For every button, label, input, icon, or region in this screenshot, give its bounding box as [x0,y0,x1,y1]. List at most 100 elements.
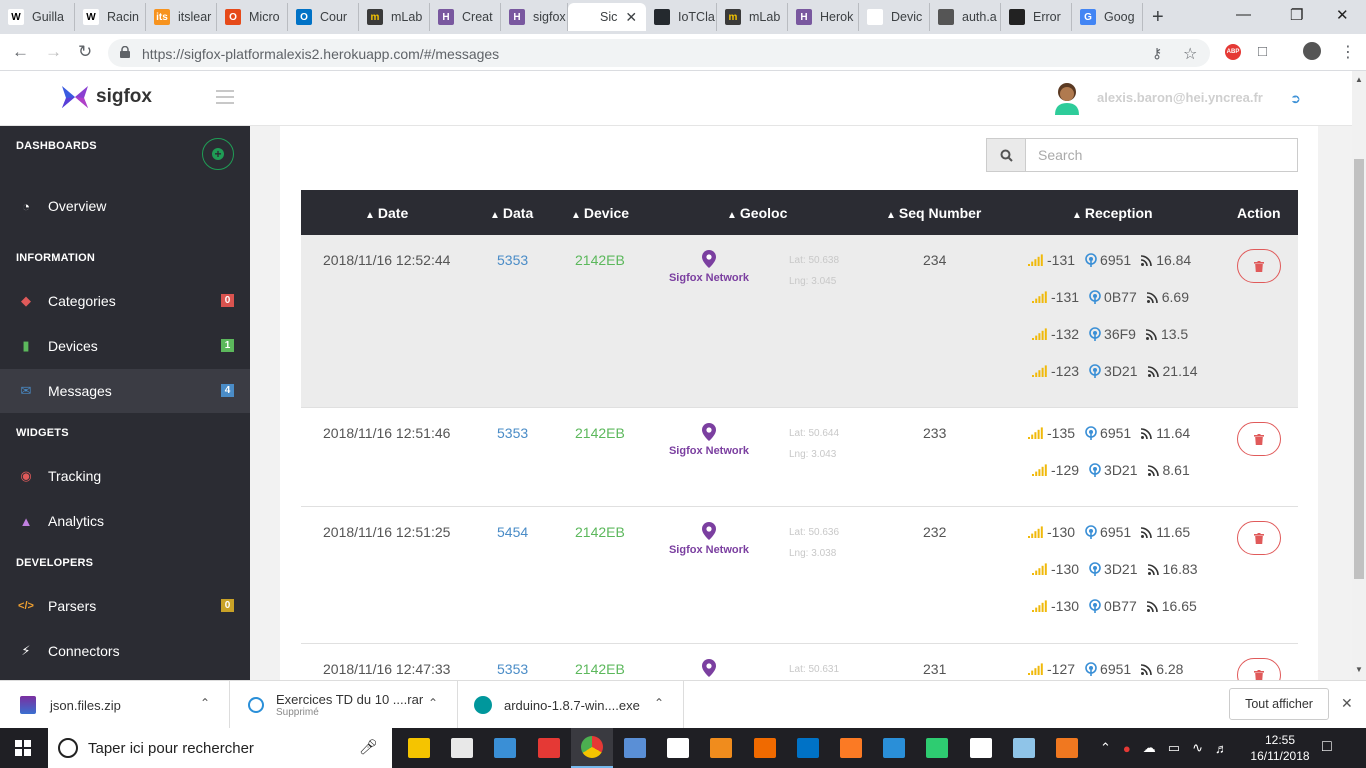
browser-tab[interactable]: Sic ✕ [568,3,646,31]
app-tray-icon[interactable]: ● [1123,741,1131,756]
taskbar-app[interactable] [441,728,483,768]
device-id-link[interactable]: 2142EB [575,661,625,677]
close-tab-icon[interactable]: ✕ [625,9,637,26]
column-date[interactable]: ▲︎ Date [365,205,408,221]
scroll-up-icon[interactable]: ▲ [1355,75,1363,84]
taskbar-app[interactable] [873,728,915,768]
map-pin-icon[interactable] [702,423,716,441]
chevron-up-icon[interactable]: ⌃ [654,696,664,710]
delete-message-button[interactable] [1237,521,1281,555]
browser-tab[interactable]: O Micro [217,3,288,31]
key-icon[interactable]: ⚷ [1152,45,1162,62]
browser-tab[interactable]: m mLab [359,3,430,31]
delete-message-button[interactable] [1237,422,1281,456]
taskbar-app[interactable] [528,728,570,768]
column-reception[interactable]: ▲︎ Reception [1072,205,1153,221]
scroll-thumb[interactable] [1354,159,1364,579]
windows-start-button[interactable] [0,728,46,768]
taskbar-app[interactable] [787,728,829,768]
chevron-up-icon[interactable]: ⌃ [1100,740,1111,756]
taskbar-app[interactable] [484,728,526,768]
browser-tab[interactable]: W Guilla [0,3,75,31]
user-avatar[interactable] [1052,81,1082,115]
taskbar-app[interactable] [570,728,613,768]
taskbar-app[interactable] [960,728,1002,768]
forward-icon[interactable]: → [45,42,62,62]
chevron-up-icon[interactable]: ⌃ [200,696,210,710]
document-icon[interactable]: □ [1258,43,1267,60]
browser-tab[interactable]: auth.a [930,3,1001,31]
search-input[interactable] [1026,138,1298,172]
download-item[interactable]: Exercices TD du 10 ....rar Supprimé ⌃ [230,681,458,729]
taskbar-app[interactable] [700,728,742,768]
taskbar-app[interactable] [744,728,786,768]
sigfox-logo[interactable]: sigfox [60,84,152,110]
column-data[interactable]: ▲︎ Data [490,205,533,221]
maximize-icon[interactable]: ❐ [1290,6,1303,24]
reload-icon[interactable]: ↻ [78,42,92,62]
adblock-icon[interactable]: ABP [1225,44,1241,60]
sidebar-item-messages[interactable]: ✉ Messages 4 [0,369,250,413]
taskbar-clock[interactable]: 12:55 16/11/2018 [1248,732,1312,764]
sidebar-item-tracking[interactable]: ◉ Tracking [0,454,250,498]
sidebar-item-analytics[interactable]: ▲ Analytics [0,499,250,543]
taskbar-search-box[interactable]: Taper ici pour rechercher 🎤︎ [48,728,392,768]
sidebar-item-parsers[interactable]: </> Parsers 0 [0,584,250,628]
taskbar-app[interactable] [916,728,958,768]
download-item[interactable]: arduino-1.8.7-win....exe ⌃ [458,681,684,729]
browser-tab[interactable]: H Herok [788,3,859,31]
browser-tab[interactable]: Hsigfox [501,3,568,31]
sidebar-item-categories[interactable]: ◆ Categories 0 [0,279,250,323]
taskbar-app[interactable] [830,728,872,768]
hamburger-menu-icon[interactable] [216,90,234,108]
notification-center-icon[interactable]: □ [1322,738,1332,756]
browser-tab[interactable]: O Cour [288,3,359,31]
browser-tab[interactable]: G Goog [1072,3,1143,31]
taskbar-app[interactable] [657,728,699,768]
browser-tab[interactable]: its itslear [146,3,217,31]
bookmark-star-icon[interactable]: ☆ [1183,44,1197,64]
logout-icon[interactable]: ➲ [1290,91,1301,107]
sidebar-item-devices[interactable]: ▮ Devices 1 [0,324,250,368]
device-id-link[interactable]: 2142EB [575,425,625,441]
browser-tab[interactable]: m mLab [717,3,788,31]
new-tab-button[interactable]: + [1152,6,1164,29]
profile-avatar-icon[interactable] [1303,42,1321,60]
download-item[interactable]: json.files.zip ⌃ [0,681,230,729]
add-dashboard-button[interactable]: + [202,138,234,170]
sidebar-item-connectors[interactable]: ⚡ Connectors [0,629,250,673]
omnibox[interactable]: https://sigfox-platformalexis2.herokuapp… [108,39,1210,67]
column-geoloc[interactable]: ▲︎ Geoloc [727,205,787,221]
taskbar-app[interactable] [398,728,440,768]
map-pin-icon[interactable] [702,522,716,540]
taskbar-app[interactable] [1003,728,1045,768]
column-device[interactable]: ▲︎ Device [571,205,629,221]
browser-tab[interactable]: IoTCla [646,3,717,31]
taskbar-app[interactable] [614,728,656,768]
close-download-shelf-icon[interactable]: ✕ [1341,695,1353,712]
menu-kebab-icon[interactable]: ⋮ [1340,42,1356,62]
microphone-icon[interactable]: 🎤︎ [359,738,378,756]
wifi-icon[interactable]: ∿ [1192,740,1203,756]
taskbar-app[interactable] [1046,728,1088,768]
browser-tab[interactable]: W Racin [75,3,146,31]
delete-message-button[interactable] [1237,249,1281,283]
delete-message-button[interactable] [1237,658,1281,680]
message-data-link[interactable]: 5353 [497,252,528,268]
scroll-down-icon[interactable]: ▼ [1355,665,1363,674]
cloud-icon[interactable]: ☁ [1143,740,1156,756]
column-seq-number[interactable]: ▲︎ Seq Number [886,205,981,221]
device-id-link[interactable]: 2142EB [575,252,625,268]
volume-icon[interactable]: ♬ [1215,741,1228,756]
message-data-link[interactable]: 5353 [497,425,528,441]
chevron-up-icon[interactable]: ⌃ [428,696,438,710]
browser-tab[interactable]: H Creat [430,3,501,31]
message-data-link[interactable]: 5353 [497,661,528,677]
search-button[interactable] [986,138,1026,172]
minimize-icon[interactable]: — [1236,6,1251,23]
sidebar-item-overview[interactable]: ◔ Overview [0,184,250,228]
show-all-downloads-button[interactable]: Tout afficher [1229,688,1329,720]
browser-tab[interactable]: Error [1001,3,1072,31]
back-icon[interactable]: ← [12,42,29,62]
close-window-icon[interactable]: ✕ [1336,6,1349,24]
